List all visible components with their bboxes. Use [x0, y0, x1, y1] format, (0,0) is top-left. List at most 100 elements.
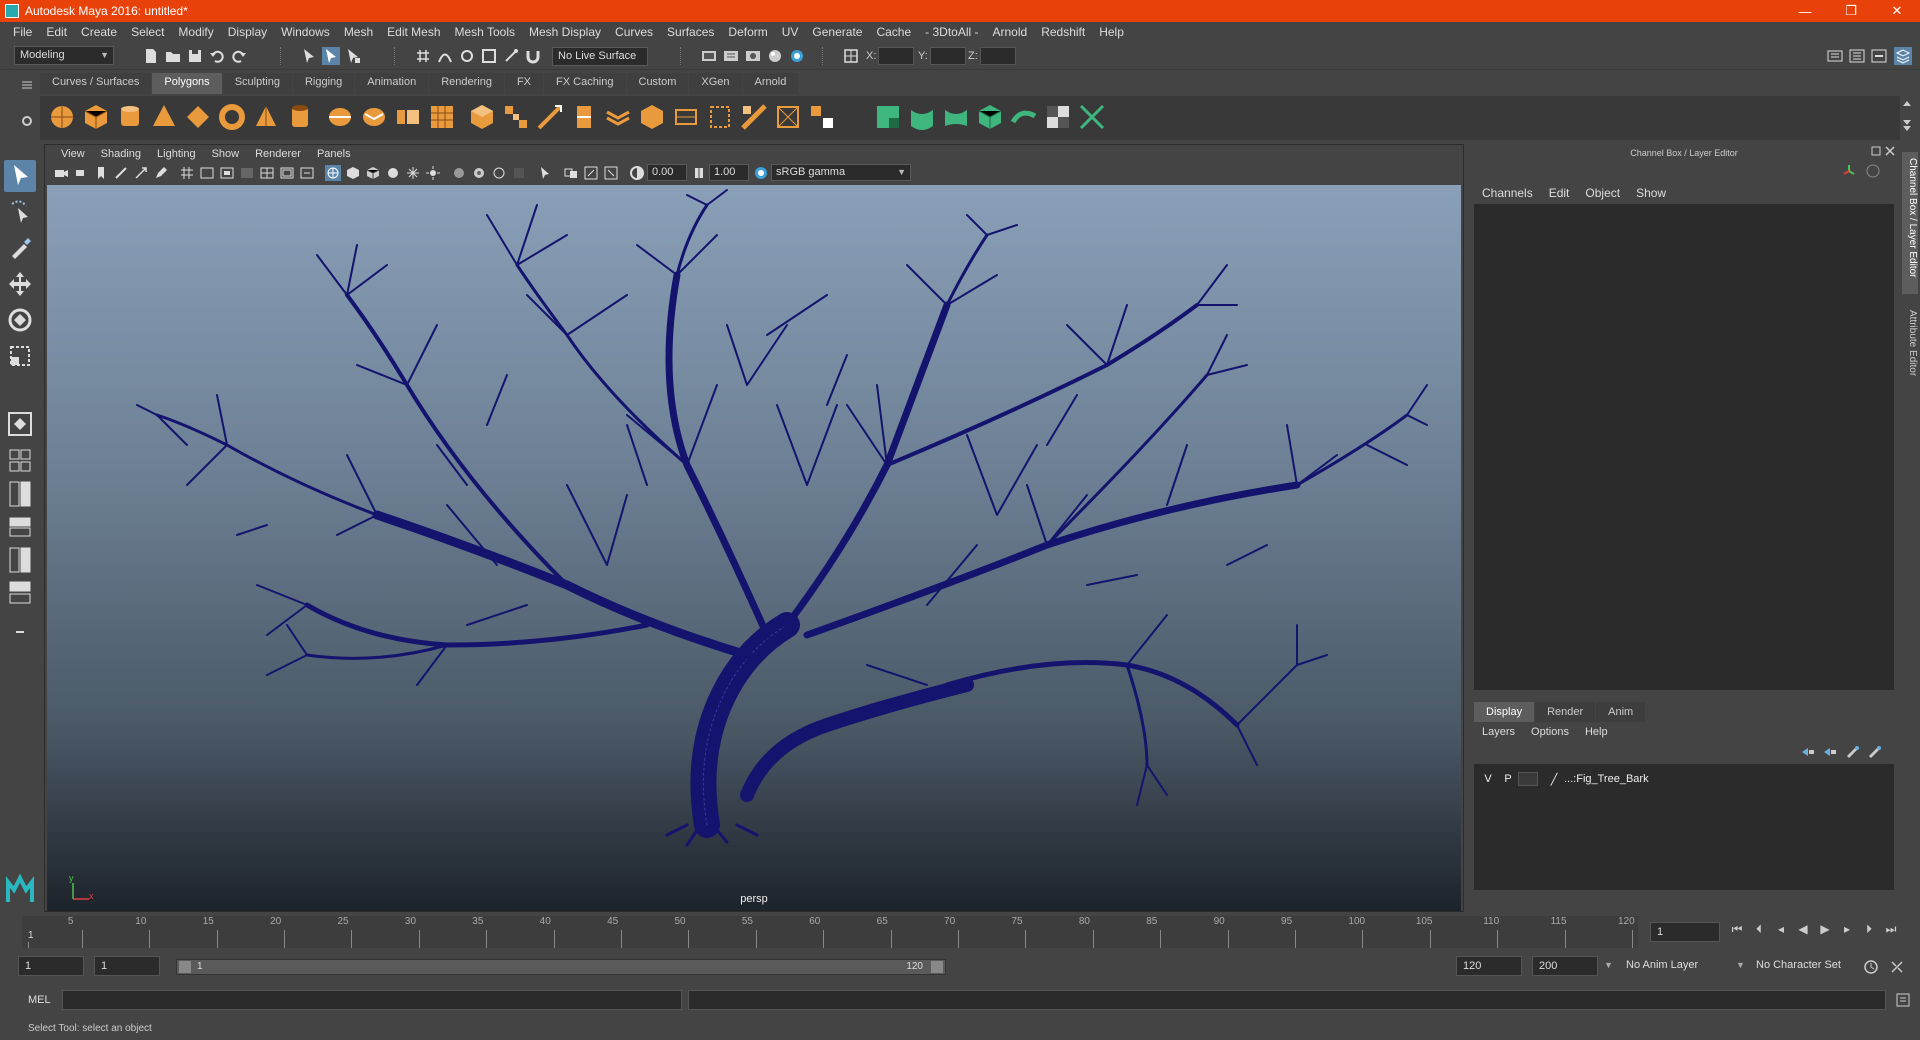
uv-cylindrical-icon[interactable] [907, 102, 937, 132]
uv-editor-icon[interactable] [1077, 102, 1107, 132]
step-back-key-icon[interactable]: ⏴ [1750, 922, 1768, 940]
shelf-menu-icon[interactable] [18, 76, 36, 94]
hypershade-icon[interactable] [766, 47, 784, 65]
exposure-icon[interactable] [629, 165, 645, 181]
menu-mesh[interactable]: Mesh [337, 25, 380, 39]
go-to-end-icon[interactable]: ⏭ [1882, 922, 1900, 940]
two-pane-layout-icon[interactable] [4, 478, 36, 507]
poly-cylinder-icon[interactable] [115, 102, 145, 132]
menu-help[interactable]: Help [1092, 25, 1131, 39]
safe-title-icon[interactable] [299, 165, 315, 181]
menu-modify[interactable]: Modify [171, 25, 220, 39]
select-tool-icon[interactable] [4, 160, 36, 192]
redo-icon[interactable] [230, 47, 248, 65]
tab-display[interactable]: Display [1474, 702, 1535, 722]
range-end-handle[interactable] [931, 961, 943, 973]
poly-pyramid-icon[interactable] [251, 102, 281, 132]
panel-menu-renderer[interactable]: Renderer [247, 148, 309, 160]
tab-animation[interactable]: Animation [355, 73, 429, 94]
mel-command-input[interactable] [62, 990, 682, 1010]
go-to-start-icon[interactable]: ⏮ [1728, 922, 1746, 940]
maximize-button[interactable]: ❐ [1828, 0, 1874, 22]
render-settings-icon[interactable] [744, 47, 762, 65]
y-coordinate-input[interactable] [930, 47, 966, 65]
view-transform-dropdown[interactable]: sRGB gamma ▼ [771, 164, 911, 181]
menu-edit-mesh[interactable]: Edit Mesh [380, 25, 447, 39]
auto-key-icon[interactable] [1862, 958, 1880, 976]
lasso-select-tool-icon[interactable] [4, 196, 36, 228]
object-menu[interactable]: Object [1577, 186, 1628, 200]
playback-start-input[interactable]: 1 [94, 956, 160, 976]
single-perspective-layout-icon[interactable] [4, 408, 36, 440]
3d-viewport[interactable]: x y persp [47, 185, 1461, 911]
poly-cone-icon[interactable] [149, 102, 179, 132]
move-layer-down-icon[interactable] [1822, 744, 1838, 760]
open-scene-icon[interactable] [164, 47, 182, 65]
rotate-tool-icon[interactable] [4, 304, 36, 336]
minimize-button[interactable]: — [1782, 0, 1828, 22]
channel-box-speed-icon[interactable] [1864, 162, 1882, 180]
poly-cube-icon[interactable] [81, 102, 111, 132]
menu-surfaces[interactable]: Surfaces [660, 25, 721, 39]
menu-edit[interactable]: Edit [39, 25, 74, 39]
field-chart-icon[interactable] [259, 165, 275, 181]
tab-fx[interactable]: FX [504, 73, 544, 94]
snap-grid-icon[interactable] [414, 47, 432, 65]
make-hole-icon[interactable] [739, 102, 769, 132]
new-layer-icon[interactable] [1844, 744, 1860, 760]
transform-input-icon[interactable] [842, 47, 860, 65]
fill-hole-icon[interactable] [705, 102, 735, 132]
resolution-gate-icon[interactable] [219, 165, 235, 181]
film-gate-icon[interactable] [199, 165, 215, 181]
shelf-scroll-arrows-icon[interactable] [1900, 98, 1914, 134]
current-frame-input[interactable]: 1 [1650, 922, 1720, 942]
channels-menu[interactable]: Channels [1474, 186, 1541, 200]
expand-layouts-icon[interactable] [4, 616, 36, 644]
toggle-channel-box-icon[interactable] [1894, 47, 1912, 65]
extrude-icon[interactable] [467, 102, 497, 132]
new-scene-icon[interactable] [142, 47, 160, 65]
menu-set-dropdown[interactable]: Modeling ▼ [14, 46, 114, 65]
playback-end-input[interactable]: 120 [1456, 956, 1522, 976]
time-slider[interactable]: 5 10 15 20 25 30 35 40 45 50 55 60 65 70 75 80 85 90 95 100… [22, 916, 1638, 948]
bevel-icon[interactable] [637, 102, 667, 132]
shadows-icon[interactable] [425, 165, 441, 181]
use-all-lights-icon[interactable] [405, 165, 421, 181]
channel-box-area[interactable] [1474, 204, 1894, 690]
poly-plane-icon[interactable] [183, 102, 213, 132]
layer-color-swatch[interactable] [1518, 772, 1538, 786]
hypershade-layout-icon[interactable] [4, 578, 36, 606]
tab-render[interactable]: Render [1535, 702, 1596, 722]
help-menu[interactable]: Help [1577, 726, 1616, 738]
camera-icon[interactable] [53, 165, 69, 181]
tab-attribute-editor[interactable]: Attribute Editor [1902, 304, 1918, 398]
panel-menu-shading[interactable]: Shading [93, 148, 149, 160]
menu-deform[interactable]: Deform [721, 25, 774, 39]
snap-live-icon[interactable] [502, 47, 520, 65]
menu-arnold[interactable]: Arnold [986, 25, 1035, 39]
toggle-attribute-editor-icon[interactable] [1848, 47, 1866, 65]
render-view-icon[interactable] [788, 47, 806, 65]
safe-action-icon[interactable] [279, 165, 295, 181]
extract-icon[interactable] [393, 102, 423, 132]
layers-menu[interactable]: Layers [1474, 726, 1523, 738]
move-layer-up-icon[interactable] [1800, 744, 1816, 760]
tab-arnold[interactable]: Arnold [742, 73, 799, 94]
menu-select[interactable]: Select [124, 25, 171, 39]
menu-windows[interactable]: Windows [274, 25, 337, 39]
multi-cut-icon[interactable] [535, 102, 565, 132]
move-tool-icon[interactable] [4, 268, 36, 300]
insert-edge-loop-icon[interactable] [569, 102, 599, 132]
tab-custom[interactable]: Custom [626, 73, 689, 94]
four-view-layout-icon[interactable] [4, 446, 36, 474]
tab-polygons[interactable]: Polygons [152, 73, 222, 94]
step-back-frame-icon[interactable]: ◂ [1772, 922, 1790, 940]
paint-select-tool-icon[interactable] [4, 232, 36, 264]
bridge-icon[interactable] [501, 102, 531, 132]
panel-menu-panels[interactable]: Panels [309, 148, 359, 160]
color-management-icon[interactable] [753, 165, 769, 181]
layer-name[interactable]: ...:Fig_Tree_Bark [1564, 773, 1649, 785]
shelf-settings-gear-icon[interactable] [18, 112, 36, 130]
select-by-hierarchy-icon[interactable] [300, 47, 318, 65]
layer-row[interactable]: V P ╱ ...:Fig_Tree_Bark [1478, 770, 1649, 788]
